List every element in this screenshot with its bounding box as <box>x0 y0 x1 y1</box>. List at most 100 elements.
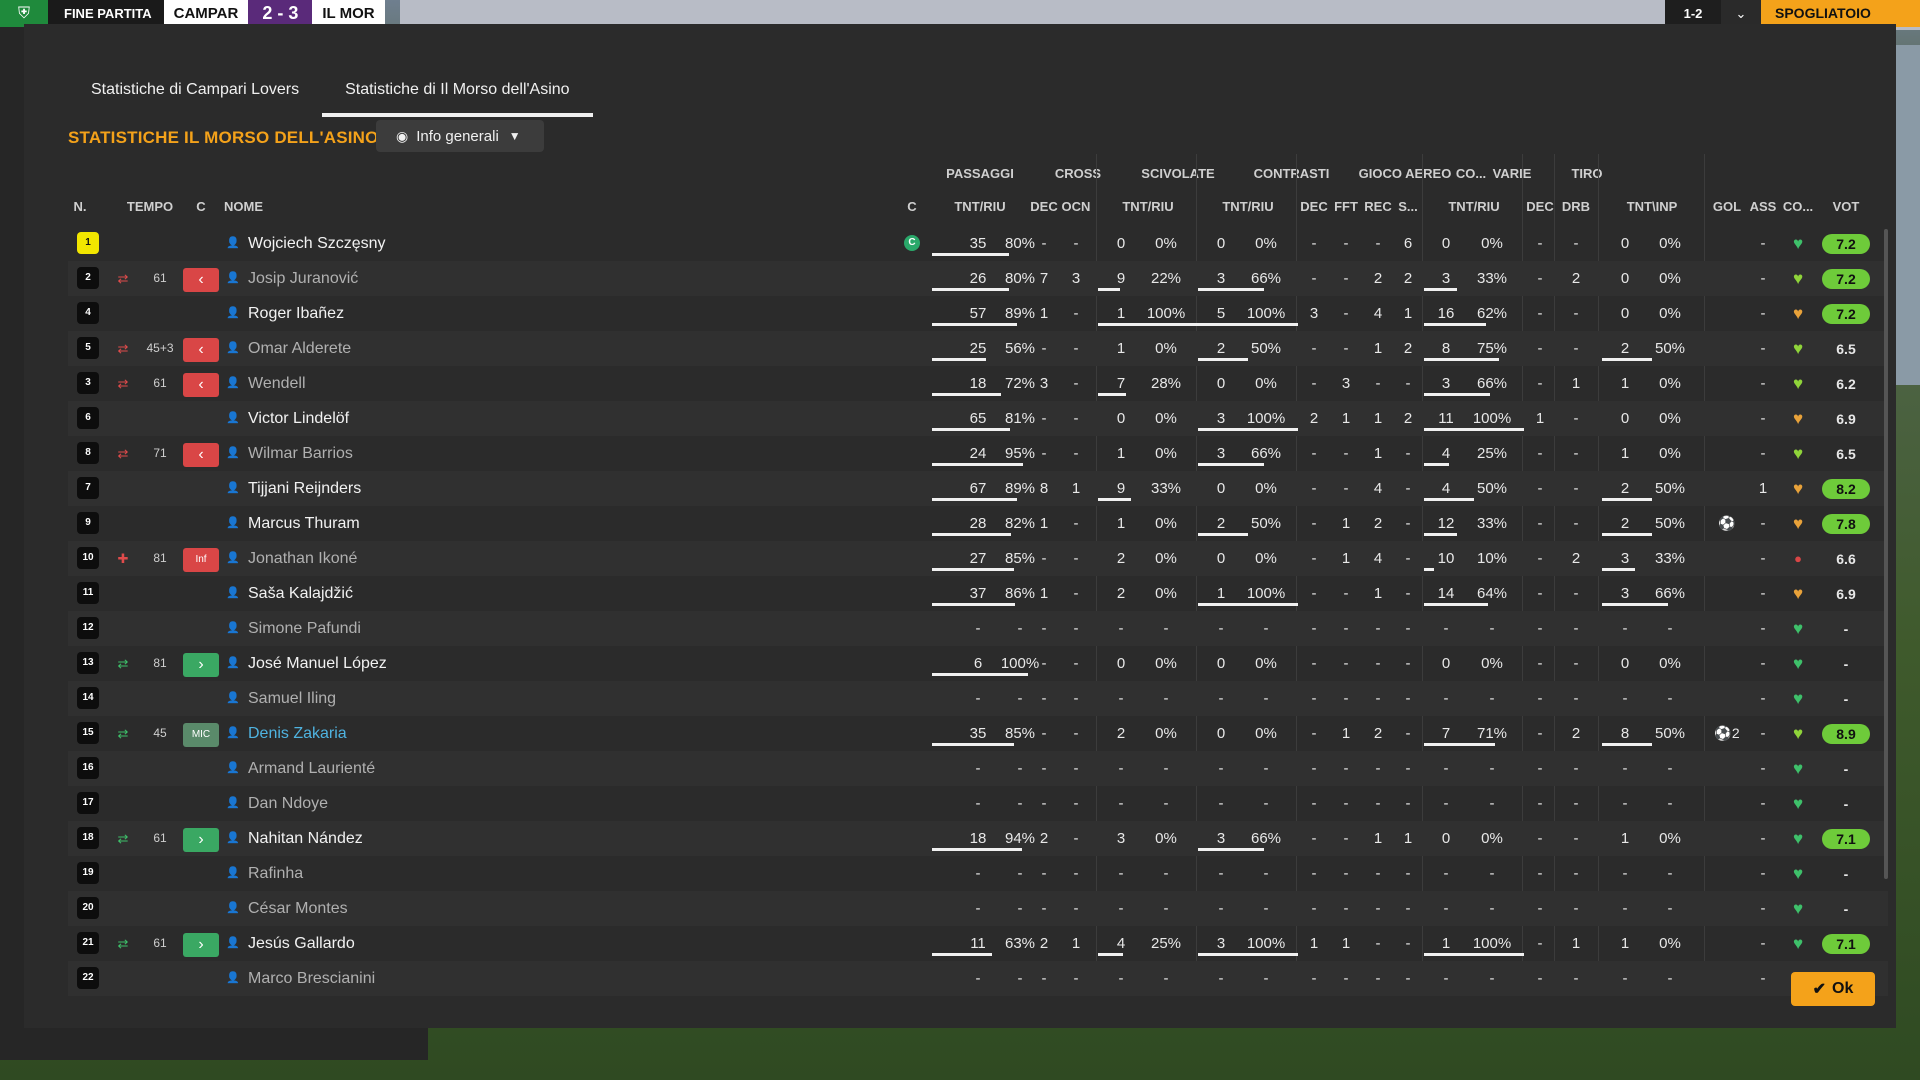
player-name[interactable]: Denis Zakaria <box>248 716 347 751</box>
stat-pdec: 2 <box>1039 830 1049 847</box>
player-name[interactable]: Simone Pafundi <box>248 611 361 646</box>
player-name[interactable]: Nahitan Nández <box>248 821 363 856</box>
stat-cdec: - <box>1311 270 1317 287</box>
table-row[interactable]: 3 ⇄ 61 ‹ 👤 Wendell 18 72% 3-7 28% 0 0% -3- -3 66% -1 1 0%… <box>68 366 1888 401</box>
chevron-down-icon[interactable]: ⌄ <box>1721 0 1761 27</box>
shirt-number: 13 <box>77 652 99 674</box>
view-dropdown[interactable]: ◉ Info generali ▼ <box>376 120 544 152</box>
stat-ass: - <box>1760 900 1766 917</box>
stat-st: - <box>1218 795 1224 812</box>
header-cross-tnt[interactable]: TNT/RIU <box>1098 199 1198 214</box>
home-team-abbr: CAMPAR <box>163 0 249 27</box>
header-pass-tnt[interactable]: TNT/RIU <box>932 199 1028 214</box>
table-row[interactable]: 7 👤 Tijjani Reijnders 67 89% 8 1 9 33% 0 0% - -4-4 50… <box>68 471 1888 506</box>
stat-gol <box>1710 856 1744 891</box>
player-name[interactable]: Tijjani Reijnders <box>248 471 361 506</box>
table-row[interactable]: 15 ⇄ 45 MIC 👤 Denis Zakaria 35 85% - -2 0% 0 0% -1 2-7… <box>68 716 1888 751</box>
percentage-bar <box>1602 358 1652 361</box>
person-icon: 👤 <box>226 622 240 634</box>
stat-ct: - <box>1118 795 1124 812</box>
stat-gol <box>1710 891 1744 926</box>
table-row[interactable]: 18 ⇄ 61 › 👤 Nahitan Nández 18 94% 2-3 0% 3 66% - -1 1 0… <box>68 821 1888 856</box>
player-name[interactable]: Victor Lindelöf <box>248 401 349 436</box>
player-name[interactable]: Dan Ndoye <box>248 786 328 821</box>
table-row[interactable]: 20 👤 César Montes - - - - - - - - - - - - - - - - - - - ♥ - <box>68 891 1888 926</box>
table-row[interactable]: 19 👤 Rafinha - - - - - - - - - - - - - - - - - - - ♥ - <box>68 856 1888 891</box>
checkmark-icon: ✔ <box>1812 981 1827 998</box>
stat-ap: - <box>1489 620 1495 637</box>
player-name[interactable]: Rafinha <box>248 856 303 891</box>
header-drb[interactable]: DRB <box>1556 199 1596 214</box>
header-con-s[interactable]: S... <box>1394 199 1422 214</box>
stat-pdec: - <box>1041 235 1047 252</box>
player-name[interactable]: Josip Juranović <box>248 261 358 296</box>
player-name[interactable]: Wendell <box>248 366 306 401</box>
player-name[interactable]: Wilmar Barrios <box>248 436 353 471</box>
header-con-dec[interactable]: DEC <box>1298 199 1330 214</box>
header-con-rec[interactable]: REC <box>1362 199 1394 214</box>
percentage-bar <box>932 533 1011 536</box>
stat-sp: - <box>1263 760 1269 777</box>
player-name[interactable]: Samuel Iling <box>248 681 336 716</box>
table-row[interactable]: 6 👤 Victor Lindelöf 65 81% - -0 0% 3 100% 2 1 1 2 11 10… <box>68 401 1888 436</box>
table-row[interactable]: 5 ⇄ 45+3 ‹ 👤 Omar Alderete 25 56% - -1 0% 2 50% - -1 2 8… <box>68 331 1888 366</box>
player-name[interactable]: Omar Alderete <box>248 331 351 366</box>
table-row[interactable]: 4 👤 Roger Ibañez 57 89% 1-1 100% 5 100% 3-4 1 16 62%… <box>68 296 1888 331</box>
match-rating: 7.1 <box>1822 829 1870 849</box>
header-co-dec[interactable]: DEC <box>1524 199 1556 214</box>
header-vot[interactable]: VOT <box>1822 199 1870 214</box>
table-row[interactable]: 9 👤 Marcus Thuram 28 82% 1-1 0% 2 50% -1 2-12 33% - -… <box>68 506 1888 541</box>
tab-away-stats[interactable]: Statistiche di Il Morso dell'Asino <box>322 69 593 117</box>
table-row[interactable]: 10 ✚ 81 Inf 👤 Jonathan Ikoné 27 85% - -2 0% 0 0% -1 4-… <box>68 541 1888 576</box>
player-name[interactable]: Jonathan Ikoné <box>248 541 357 576</box>
player-name[interactable]: Wojciech Szczęsny <box>248 226 386 261</box>
table-row[interactable]: 11 👤 Saša Kalajdžić 37 86% 1-2 0% 1 100% - -1-14 64… <box>68 576 1888 611</box>
stat-ap: 0% <box>1481 655 1503 672</box>
table-row[interactable]: 2 ⇄ 61 ‹ 👤 Josip Juranović 26 80% 7 3 9 22% 3 66% - -2 2… <box>68 261 1888 296</box>
table-row[interactable]: 14 👤 Samuel Iling - - - - - - - - - - - - - - - - - - - ♥ - <box>68 681 1888 716</box>
stat-drb: - <box>1573 900 1579 917</box>
away-team-abbr: IL MOR <box>312 0 385 27</box>
player-name[interactable]: Jesús Gallardo <box>248 926 355 961</box>
continue-button[interactable]: SPOGLIATOIO <box>1761 0 1920 27</box>
table-row[interactable]: 22👤Marco Brescianini-------------------♥… <box>68 961 1888 996</box>
header-n[interactable]: N. <box>68 199 92 214</box>
header-aereo-tnt[interactable]: TNT/RIU <box>1424 199 1524 214</box>
header-con-fft[interactable]: FFT <box>1330 199 1362 214</box>
stat-cs: - <box>1405 620 1411 637</box>
player-name[interactable]: Marcus Thuram <box>248 506 360 541</box>
table-row[interactable]: 8 ⇄ 71 ‹ 👤 Wilmar Barrios 24 95% - -1 0% 3 66% - -1-4 2… <box>68 436 1888 471</box>
substitution-out-icon: ‹ <box>183 338 219 362</box>
table-row[interactable]: 12 👤 Simone Pafundi - - - - - - - - - - - - - - - - - - - ♥ - <box>68 611 1888 646</box>
percentage-bar <box>1198 323 1298 326</box>
stat-codec: 1 <box>1535 410 1545 427</box>
player-name[interactable]: Roger Ibañez <box>248 296 344 331</box>
table-row[interactable]: 13 ⇄ 81 › 👤 José Manuel López 6 100% - -0 0% 0 0% - - -… <box>68 646 1888 681</box>
header-gol[interactable]: GOL <box>1710 199 1744 214</box>
player-name[interactable]: César Montes <box>248 891 348 926</box>
stat-cs: - <box>1405 970 1411 987</box>
header-co[interactable]: CO... <box>1780 199 1816 214</box>
player-name[interactable]: Saša Kalajdžić <box>248 576 353 611</box>
stat-tt: 0 <box>1620 235 1630 252</box>
table-scrollbar[interactable] <box>1884 229 1888 879</box>
header-ass[interactable]: ASS <box>1746 199 1780 214</box>
header-pass-dec[interactable]: DEC <box>1028 199 1060 214</box>
table-row[interactable]: 17 👤 Dan Ndoye - - - - - - - - - - - - - - - - - - - ♥ - <box>68 786 1888 821</box>
header-nome[interactable]: NOME <box>224 199 284 214</box>
ok-button[interactable]: ✔ Ok <box>1791 972 1875 1006</box>
tab-home-stats[interactable]: Statistiche di Campari Lovers <box>68 69 322 117</box>
table-row[interactable]: 21 ⇄ 61 › 👤 Jesús Gallardo 11 63% 2 1 4 25% 3 100% 1 1-… <box>68 926 1888 961</box>
player-name[interactable]: Marco Brescianini <box>248 961 375 996</box>
table-row[interactable]: 1 👤 Wojciech Szczęsny C 35 80% - -0 0% 0 0% - - -6 0 0%… <box>68 226 1888 261</box>
header-pass-ocn[interactable]: OCN <box>1060 199 1092 214</box>
player-name[interactable]: Armand Laurienté <box>248 751 375 786</box>
header-sciv-tnt[interactable]: TNT/RIU <box>1198 199 1298 214</box>
player-name[interactable]: José Manuel López <box>248 646 387 681</box>
table-row[interactable]: 16 👤 Armand Laurienté - - - - - - - - - - - - - - - - - - - ♥ - <box>68 751 1888 786</box>
header-tempo[interactable]: TEMPO <box>120 199 180 214</box>
header-c[interactable]: C <box>186 199 216 214</box>
substitution-out-icon: ‹ <box>183 373 219 397</box>
header-tiro[interactable]: TNT\INP <box>1602 199 1702 214</box>
header-captain[interactable]: C <box>904 199 920 214</box>
